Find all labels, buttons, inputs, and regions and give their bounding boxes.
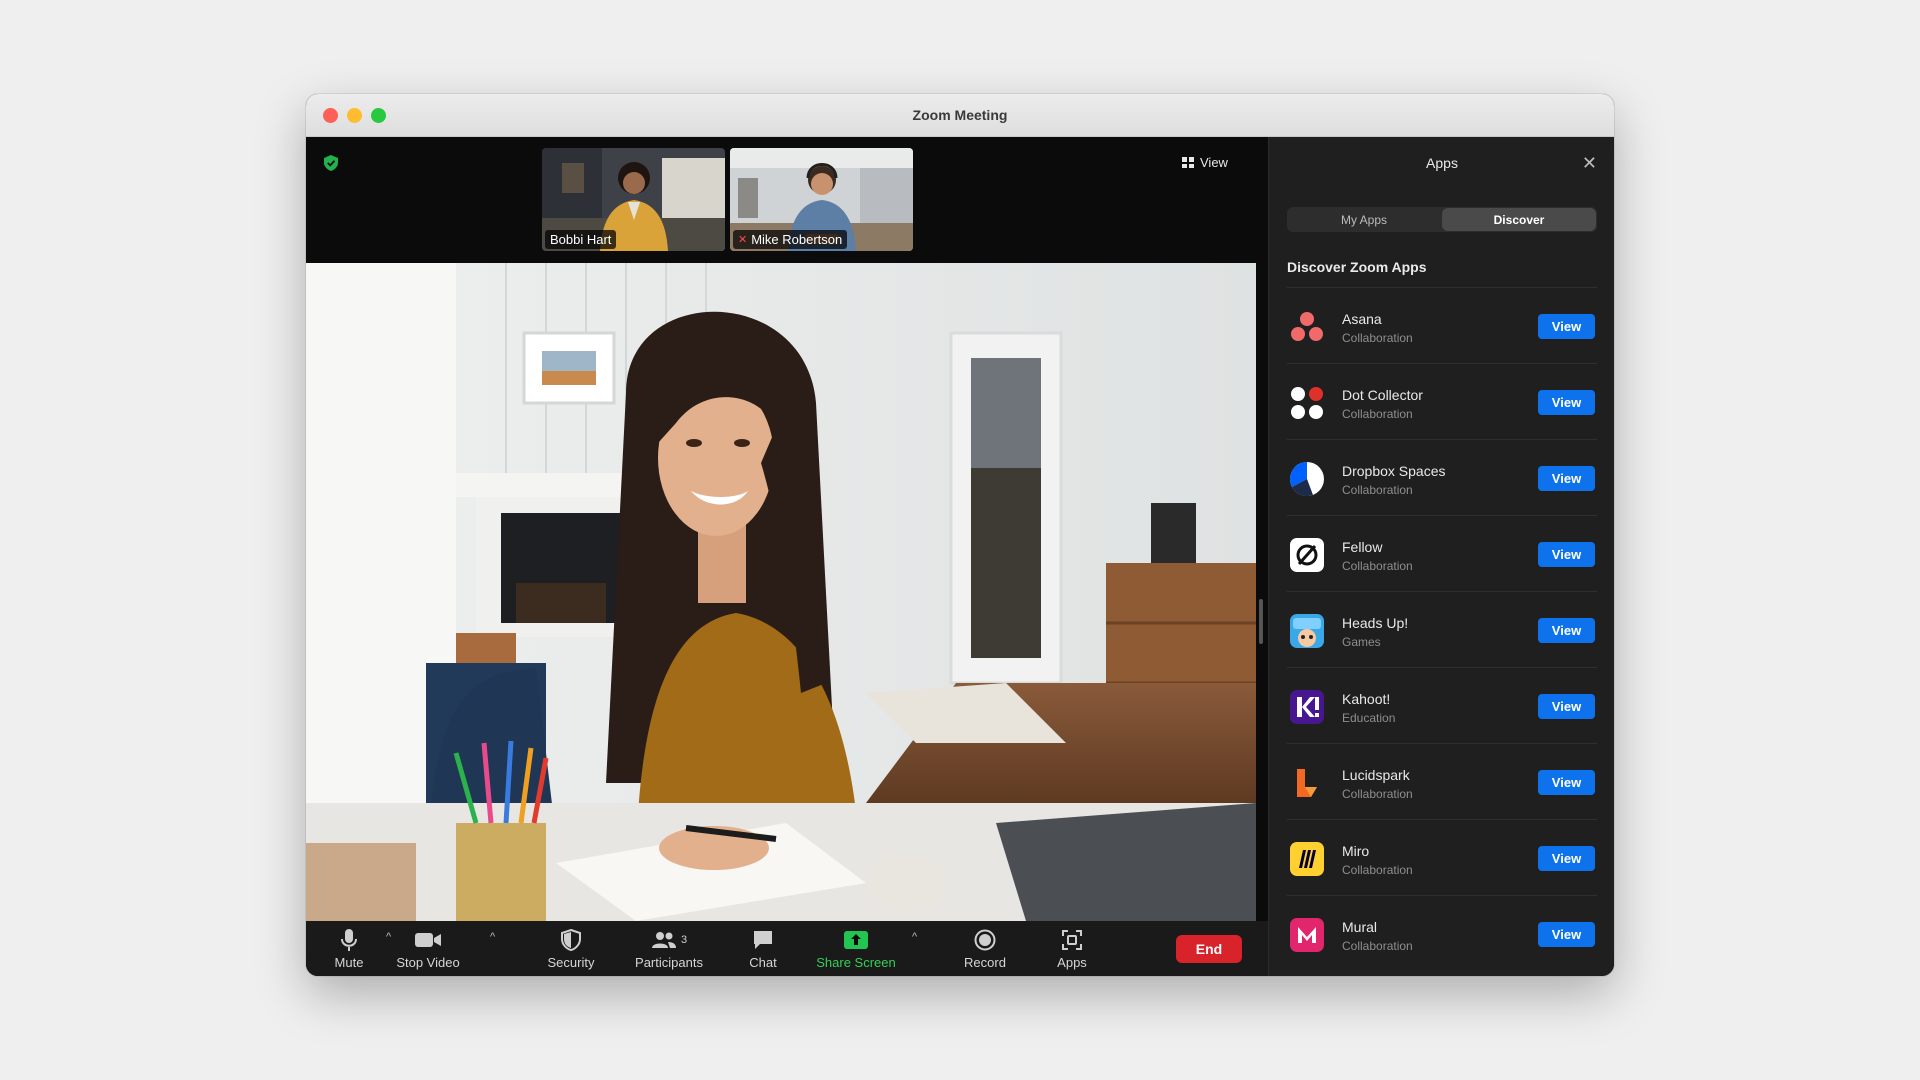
meeting-stage: View Bobbi Hart ✕ Mike Robertson Mute ^ … — [306, 137, 1268, 976]
mute-button[interactable]: Mute — [306, 927, 392, 970]
stop-video-button[interactable]: Stop Video — [385, 927, 471, 970]
meeting-toolbar: Mute ^ Stop Video ^ Security 3 Participa… — [306, 921, 1268, 976]
chat-button[interactable]: Chat — [720, 927, 806, 970]
apps-tab-switcher: My Apps Discover — [1287, 207, 1597, 232]
apps-icon — [1062, 930, 1082, 950]
view-app-button[interactable]: View — [1538, 390, 1595, 415]
shield-icon — [561, 929, 581, 951]
list-item: Dropbox Spaces Collaboration View — [1287, 439, 1597, 515]
layout-resize-handle[interactable] — [1259, 599, 1263, 644]
apps-button[interactable]: Apps — [1029, 927, 1115, 970]
record-icon — [974, 929, 996, 951]
security-shield-icon[interactable] — [324, 155, 338, 171]
list-item: Asana Collaboration View — [1287, 287, 1597, 363]
view-app-button[interactable]: View — [1538, 922, 1595, 947]
active-speaker-video — [306, 263, 1256, 921]
kahoot-icon — [1290, 690, 1324, 724]
discover-section-title: Discover Zoom Apps — [1287, 259, 1427, 275]
participant-thumbnail[interactable]: ✕ Mike Robertson — [730, 148, 913, 251]
heads-up-icon — [1290, 614, 1324, 648]
participants-button[interactable]: 3 Participants — [619, 927, 719, 970]
apps-panel-title: Apps — [1426, 155, 1458, 171]
mural-icon — [1290, 918, 1324, 952]
view-app-button[interactable]: View — [1538, 770, 1595, 795]
view-app-button[interactable]: View — [1538, 694, 1595, 719]
security-button[interactable]: Security — [528, 927, 614, 970]
dot-collector-icon — [1291, 387, 1323, 419]
list-item: Lucidspark Collaboration View — [1287, 743, 1597, 819]
microphone-icon — [341, 929, 357, 951]
list-item: Dot Collector Collaboration View — [1287, 363, 1597, 439]
participants-icon — [651, 932, 676, 948]
view-app-button[interactable]: View — [1538, 314, 1595, 339]
record-button[interactable]: Record — [942, 927, 1028, 970]
video-camera-icon — [415, 933, 441, 947]
lucidspark-icon — [1297, 769, 1317, 797]
participant-thumbnail[interactable]: Bobbi Hart — [542, 148, 725, 251]
window-title: Zoom Meeting — [912, 107, 1008, 123]
miro-icon — [1290, 842, 1324, 876]
speaker-video-frame — [306, 263, 1256, 921]
list-item: Mural Collaboration View — [1287, 895, 1597, 971]
list-item: Kahoot! Education View — [1287, 667, 1597, 743]
participant-name-tag: ✕ Mike Robertson — [733, 230, 848, 249]
view-app-button[interactable]: View — [1538, 618, 1595, 643]
dropbox-spaces-icon — [1290, 462, 1324, 497]
participants-count: 3 — [680, 934, 688, 946]
title-bar: Zoom Meeting — [306, 94, 1614, 137]
close-icon[interactable]: ✕ — [1582, 153, 1597, 174]
share-options-chevron-icon[interactable]: ^ — [912, 931, 917, 943]
tab-discover[interactable]: Discover — [1442, 208, 1596, 231]
view-layout-label: View — [1200, 155, 1228, 170]
share-screen-icon — [844, 931, 868, 949]
mic-muted-icon: ✕ — [738, 234, 748, 246]
grid-view-icon — [1182, 157, 1194, 168]
list-item: Miro Collaboration View — [1287, 819, 1597, 895]
list-item: Heads Up! Games View — [1287, 591, 1597, 667]
app-list: Asana Collaboration View Dot Collector C… — [1287, 287, 1597, 971]
fellow-icon — [1290, 538, 1324, 572]
zoom-window: Zoom Meeting View Bobbi Hart ✕ Mike Robe… — [306, 94, 1614, 976]
view-app-button[interactable]: View — [1538, 846, 1595, 871]
video-options-chevron-icon[interactable]: ^ — [490, 931, 495, 943]
chat-bubble-icon — [754, 931, 772, 949]
tab-my-apps[interactable]: My Apps — [1287, 207, 1441, 232]
view-app-button[interactable]: View — [1538, 542, 1595, 567]
view-app-button[interactable]: View — [1538, 466, 1595, 491]
participant-name-tag: Bobbi Hart — [545, 230, 617, 249]
view-layout-button[interactable]: View — [1182, 155, 1228, 170]
share-screen-button[interactable]: Share Screen — [806, 927, 906, 970]
end-meeting-button[interactable]: End — [1176, 935, 1242, 963]
asana-icon — [1291, 312, 1323, 341]
list-item: Fellow Collaboration View — [1287, 515, 1597, 591]
apps-panel: Apps ✕ My Apps Discover Discover Zoom Ap… — [1268, 137, 1614, 976]
